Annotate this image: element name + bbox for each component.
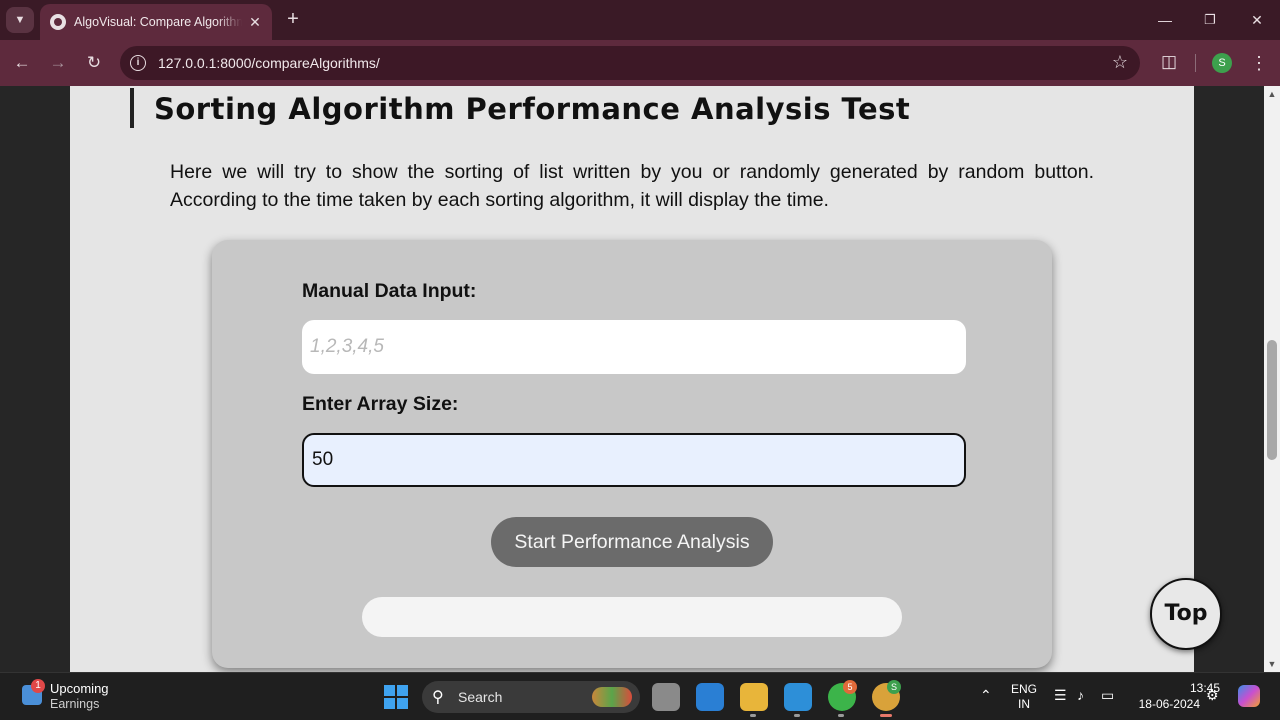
forward-arrow-icon[interactable]: → xyxy=(46,51,70,75)
search-placeholder: Search xyxy=(458,689,503,705)
scroll-up-arrow-icon[interactable]: ▲ xyxy=(1264,86,1280,102)
battery-icon[interactable]: ▭ xyxy=(1101,687,1114,704)
manual-data-label: Manual Data Input: xyxy=(302,280,477,302)
minimize-window-icon[interactable]: — xyxy=(1153,8,1177,32)
widget-title[interactable]: Upcoming xyxy=(50,681,109,696)
back-arrow-icon[interactable]: ← xyxy=(10,51,34,75)
array-size-label: Enter Array Size: xyxy=(302,393,459,415)
site-info-icon[interactable]: i xyxy=(130,55,146,71)
chrome-active-indicator xyxy=(880,714,892,717)
result-output-area xyxy=(362,597,902,637)
widget-subtitle[interactable]: Earnings xyxy=(50,697,99,711)
page-content: Sorting Algorithm Performance Analysis T… xyxy=(70,86,1222,672)
browser-menu-icon[interactable]: ⋮ xyxy=(1250,51,1268,75)
vscode-running-indicator xyxy=(794,714,800,717)
restore-window-icon[interactable]: ❐ xyxy=(1198,8,1222,32)
scroll-to-top-button[interactable]: Top xyxy=(1150,578,1222,650)
intro-paragraph: Here we will try to show the sorting of … xyxy=(170,161,1094,211)
search-icon: ⚲ xyxy=(432,689,444,706)
browser-tab-active[interactable]: AlgoVisual: Compare Algorithms ✕ xyxy=(40,4,272,40)
bookmark-star-icon[interactable]: ☆ xyxy=(1112,52,1128,73)
windows-taskbar: 1 Upcoming Earnings ⚲ Search 5 S ⌃ ENG I… xyxy=(0,672,1280,720)
search-highlight-image xyxy=(592,687,632,707)
notification-bell-icon[interactable]: ⚙ xyxy=(1206,687,1219,704)
language-indicator-line1[interactable]: ENG xyxy=(1008,682,1040,696)
wifi-icon[interactable]: ☰ xyxy=(1054,687,1067,704)
taskbar-search-box[interactable]: ⚲ Search xyxy=(422,681,640,713)
volume-icon[interactable]: ♪ xyxy=(1077,687,1084,703)
file-explorer-icon[interactable] xyxy=(740,683,768,711)
new-tab-button[interactable]: + xyxy=(282,8,304,32)
profile-avatar[interactable]: S xyxy=(1212,53,1232,73)
copilot-icon[interactable] xyxy=(1238,685,1260,707)
extensions-puzzle-icon[interactable]: ◫ xyxy=(1158,52,1180,74)
weather-notification-badge: 1 xyxy=(31,679,45,693)
windows-start-icon[interactable] xyxy=(384,685,408,709)
file-explorer-running-indicator xyxy=(750,714,756,717)
show-hidden-icons-chevron-icon[interactable]: ⌃ xyxy=(980,687,992,704)
toolbar-divider xyxy=(1195,54,1196,72)
tab-title: AlgoVisual: Compare Algorithms xyxy=(74,15,242,29)
heading-accent-bar xyxy=(130,88,134,128)
clock-date[interactable]: 18-06-2024 xyxy=(1130,697,1200,711)
analysis-form-card: Manual Data Input: Enter Array Size: Sta… xyxy=(212,240,1052,668)
close-window-icon[interactable]: ✕ xyxy=(1245,8,1269,32)
url-text[interactable]: 127.0.0.1:8000/compareAlgorithms/ xyxy=(158,55,380,71)
browser-toolbar: ← → ↻ i 127.0.0.1:8000/compareAlgorithms… xyxy=(0,40,1280,86)
whatsapp-badge: 5 xyxy=(843,680,857,694)
page-title: Sorting Algorithm Performance Analysis T… xyxy=(154,92,911,126)
chrome-profile-badge: S xyxy=(887,680,901,694)
whatsapp-running-indicator xyxy=(838,714,844,717)
page-scrollbar[interactable]: ▲ ▼ xyxy=(1264,86,1280,672)
browser-tab-bar: ▼ AlgoVisual: Compare Algorithms ✕ + — ❐… xyxy=(0,0,1280,40)
tab-search-dropdown-icon[interactable]: ▼ xyxy=(6,7,34,33)
start-analysis-button[interactable]: Start Performance Analysis xyxy=(491,517,773,567)
globe-favicon-icon xyxy=(50,14,66,30)
scrollbar-thumb[interactable] xyxy=(1267,340,1277,460)
reload-icon[interactable]: ↻ xyxy=(82,51,106,75)
array-size-input[interactable] xyxy=(302,433,966,487)
address-bar[interactable]: i 127.0.0.1:8000/compareAlgorithms/ ☆ xyxy=(120,46,1140,80)
mail-app-icon[interactable] xyxy=(696,683,724,711)
manual-data-input[interactable] xyxy=(302,320,966,374)
close-tab-icon[interactable]: ✕ xyxy=(246,14,264,31)
page-viewport: Sorting Algorithm Performance Analysis T… xyxy=(0,86,1264,672)
scroll-down-arrow-icon[interactable]: ▼ xyxy=(1264,656,1280,672)
language-indicator-line2[interactable]: IN xyxy=(1008,697,1040,711)
task-view-icon[interactable] xyxy=(652,683,680,711)
vscode-icon[interactable] xyxy=(784,683,812,711)
